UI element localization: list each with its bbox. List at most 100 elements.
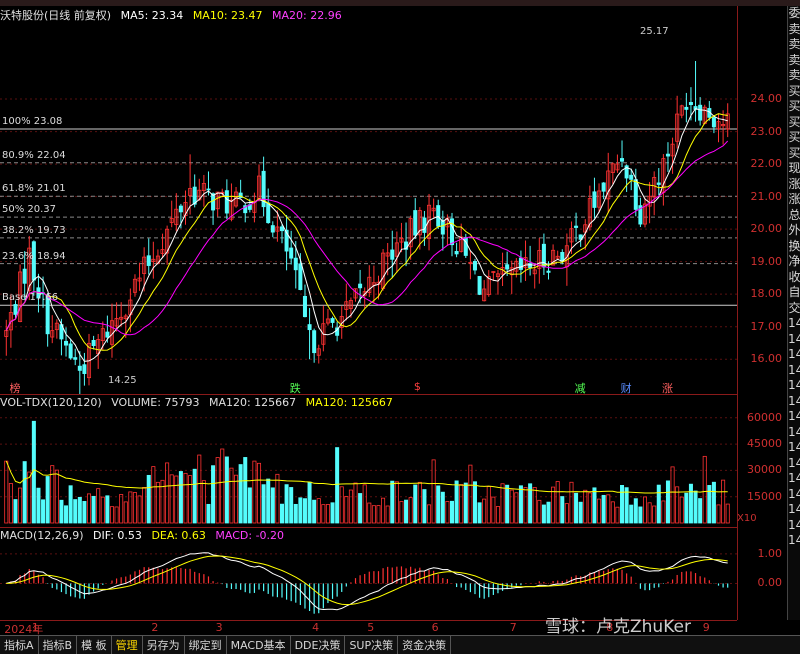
volume-bar [698, 498, 703, 524]
tab-0[interactable]: 指标A [0, 636, 39, 654]
macd-panel[interactable]: MACD(12,26,9) DIF: 0.53 DEA: 0.63 MACD: … [0, 528, 737, 620]
quote-field-label: 14 [788, 533, 800, 547]
candle-body [422, 217, 427, 233]
tab-8[interactable]: SUP决策 [345, 636, 399, 654]
volume-bar [652, 505, 657, 524]
volume-bar [624, 487, 629, 524]
tab-1[interactable]: 指标B [39, 636, 78, 654]
quote-field-label: 卖 [788, 21, 800, 36]
x-axis-label: 3 [215, 621, 223, 634]
volume-bar [537, 499, 542, 524]
volume-bar [321, 504, 326, 524]
volume-bar [518, 485, 523, 524]
volume-bar [261, 484, 266, 524]
candle-body [302, 295, 307, 318]
quote-field-label: 买 [788, 145, 800, 160]
volume-bar [541, 504, 546, 524]
tab-4[interactable]: 另存为 [143, 636, 185, 654]
candle-body [505, 264, 510, 270]
volume-bar [362, 484, 367, 524]
volume-bar [330, 502, 335, 524]
quote-field-label: 委 [788, 6, 800, 20]
ma10-label: MA10: 23.47 [192, 9, 263, 22]
volume-bar [41, 499, 46, 524]
volume-bar [211, 465, 216, 524]
candle-body [684, 106, 689, 110]
volume-bar [610, 501, 615, 524]
volume-bar [670, 466, 675, 524]
volume-bar [688, 483, 693, 524]
quote-field-label: 14 [788, 471, 800, 485]
candle-body [390, 249, 395, 260]
volume-chart[interactable] [0, 395, 737, 527]
volume-bar [721, 479, 726, 524]
price-y-tick: 20.00 [750, 222, 783, 236]
volume-bar [440, 491, 445, 524]
quote-field-label: 净 [788, 254, 800, 268]
tab-7[interactable]: DDE决策 [291, 636, 346, 654]
quote-field-label: 买 [788, 83, 800, 98]
candle-body [105, 331, 110, 338]
dea-line [6, 555, 728, 606]
tab-5[interactable]: 绑定到 [185, 636, 227, 654]
volume-bar [532, 487, 537, 524]
x-axis-label: 4 [312, 621, 320, 634]
volume-bar [201, 480, 206, 524]
volume-bar [702, 455, 707, 524]
volume-bar [661, 500, 666, 524]
volume-bar [427, 504, 432, 524]
quote-field-label: 14 [788, 378, 800, 392]
macd-value-label: MACD: -0.20 [215, 529, 285, 542]
volume-bar [495, 506, 500, 524]
quote-field-label: 14 [788, 486, 800, 501]
fib-label: 100% 23.08 [2, 115, 63, 127]
tab-2[interactable]: 模 板 [77, 636, 112, 654]
candle-body [358, 283, 363, 289]
volume-bar [114, 506, 119, 524]
volume-bar [100, 496, 105, 524]
volume-bar [468, 464, 473, 524]
volume-bar [505, 484, 510, 524]
price-y-tick: 16.00 [750, 352, 783, 366]
volume-bar [486, 486, 491, 524]
y-axis: 24.00 23.00 22.00 21.00 20.00 19.00 18.00 17.00… [737, 6, 788, 620]
tab-6[interactable]: MACD基本 [227, 636, 291, 654]
tab-3[interactable]: 管理 [112, 636, 143, 654]
fib-label: 50% 20.37 [2, 204, 57, 216]
low-price-marker: 14.25 [108, 375, 137, 386]
volume-bar [178, 471, 183, 524]
price-panel[interactable]: 沃特股份(日线 前复权) MA5: 23.34 MA10: 23.47 MA20… [0, 6, 737, 395]
candlestick-chart[interactable] [0, 6, 737, 394]
quote-field-label: 14 [788, 393, 800, 408]
volume-bar [224, 456, 229, 524]
volume-bar [220, 448, 225, 524]
stock-title: 沃特股份(日线 前复权) [0, 9, 112, 22]
volume-bar [394, 481, 399, 524]
candle-body [698, 104, 703, 121]
volume-bar [206, 503, 211, 524]
candle-body [472, 261, 477, 271]
volume-bar [91, 495, 96, 524]
volume-bar [82, 501, 87, 524]
quote-field-label: 14 [788, 316, 800, 330]
volume-panel[interactable]: VOL-TDX(120,120) VOLUME: 75793 MA120: 12… [0, 395, 737, 528]
tab-9[interactable]: 资金决策 [398, 636, 452, 654]
volume-bar [684, 492, 689, 524]
macd-legend: MACD(12,26,9) DIF: 0.53 DEA: 0.63 MACD: … [0, 529, 290, 542]
volume-bar [335, 447, 340, 524]
volume-unit-label: X10 [737, 513, 757, 524]
volume-y-tick: 45000 [747, 437, 782, 451]
volume-bar [192, 468, 197, 524]
quote-field-label: 收 [788, 269, 800, 284]
volume-bar [197, 454, 202, 524]
volume-bar [633, 498, 638, 524]
volume-bar [679, 496, 684, 524]
candle-body [13, 304, 18, 315]
volume-bar [270, 487, 275, 524]
price-y-tick: 22.00 [750, 157, 783, 171]
volume-bar [325, 504, 330, 524]
volume-bar [316, 498, 321, 524]
quote-field-label: 卖 [788, 37, 800, 51]
candle-body [64, 340, 69, 346]
volume-bar [436, 485, 441, 524]
